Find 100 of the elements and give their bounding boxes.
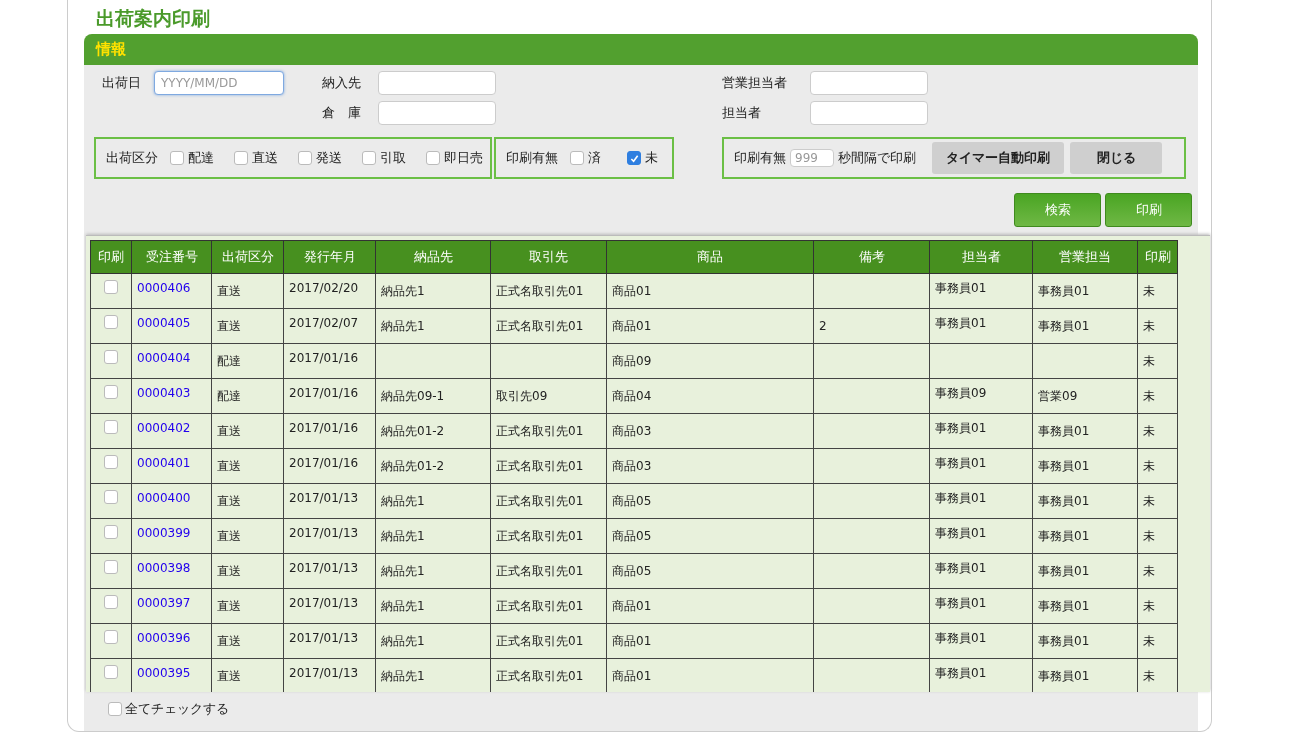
input-field[interactable] xyxy=(810,71,928,95)
table-cell: 事務員01 xyxy=(1038,669,1090,683)
table-cell: 2017/01/13 xyxy=(289,491,359,505)
table-cell: 納品先1 xyxy=(381,319,425,333)
checkbox[interactable] xyxy=(362,151,376,165)
table-cell: 未 xyxy=(1143,634,1155,648)
group-label: 印刷有無 xyxy=(506,149,558,167)
timer-print-button[interactable]: タイマー自動印刷 xyxy=(932,142,1064,174)
checkbox[interactable] xyxy=(104,665,118,679)
checkbox[interactable] xyxy=(234,151,248,165)
table-cell: 直送 xyxy=(217,459,241,473)
checkbox[interactable] xyxy=(108,702,122,716)
checkbox[interactable] xyxy=(104,315,118,329)
table-cell: 配達 xyxy=(217,354,241,368)
table-cell: 事務員01 xyxy=(935,561,987,575)
table-cell: 事務員01 xyxy=(1038,599,1090,613)
column-header: 取引先 xyxy=(490,240,607,274)
table-cell: 事務員01 xyxy=(1038,424,1090,438)
checkbox[interactable] xyxy=(104,595,118,609)
option-label: 済 xyxy=(588,149,601,167)
table-cell: 正式名取引先01 xyxy=(496,599,584,613)
table-cell: 2017/01/16 xyxy=(289,456,359,470)
table-cell: 直送 xyxy=(217,564,241,578)
input-field[interactable] xyxy=(810,101,928,125)
table-cell: 直送 xyxy=(217,529,241,543)
interval-field[interactable]: 999 xyxy=(790,149,834,167)
table-cell: 事務員01 xyxy=(935,491,987,505)
table-cell: 納品先01-2 xyxy=(381,424,445,438)
table-cell: 商品01 xyxy=(612,319,652,333)
table-cell: 事務員01 xyxy=(935,456,987,470)
checkbox[interactable] xyxy=(104,525,118,539)
panel-header: 情報 xyxy=(84,34,1198,65)
table-cell: 直送 xyxy=(217,669,241,683)
table-cell: 未 xyxy=(1143,389,1155,403)
checkbox[interactable] xyxy=(104,280,118,294)
table-cell: 配達 xyxy=(217,389,241,403)
checkbox[interactable] xyxy=(170,151,184,165)
table-cell: 未 xyxy=(1143,529,1155,543)
option-label: 即日売 xyxy=(444,149,483,167)
table-cell: 正式名取引先01 xyxy=(496,529,584,543)
table-cell: 正式名取引先01 xyxy=(496,319,584,333)
checkbox[interactable] xyxy=(570,151,584,165)
column-header: 納品先 xyxy=(375,240,491,274)
table-cell: 納品先1 xyxy=(381,669,425,683)
table-cell: 未 xyxy=(1143,564,1155,578)
table-cell: 商品01 xyxy=(612,634,652,648)
table-cell: 商品04 xyxy=(612,389,652,403)
table-cell: 未 xyxy=(1143,319,1155,333)
checkbox[interactable] xyxy=(426,151,440,165)
table-cell: 正式名取引先01 xyxy=(496,669,584,683)
table-cell: 2017/02/07 xyxy=(289,316,359,330)
checkbox[interactable] xyxy=(627,151,641,165)
column-header: 営業担当 xyxy=(1032,240,1138,274)
table-cell: 直送 xyxy=(217,634,241,648)
option-label: 直送 xyxy=(252,149,278,167)
table-cell: 商品01 xyxy=(612,284,652,298)
checkbox[interactable] xyxy=(104,420,118,434)
table-cell: 2017/02/20 xyxy=(289,281,359,295)
column-header: 出荷区分 xyxy=(211,240,284,274)
table-cell: 事務員01 xyxy=(935,666,987,680)
table-cell: 直送 xyxy=(217,599,241,613)
column-header: 受注番号 xyxy=(131,240,212,274)
table-cell: 事務員01 xyxy=(935,526,987,540)
input-field[interactable] xyxy=(378,101,496,125)
table-cell: 2017/01/13 xyxy=(289,631,359,645)
checkbox[interactable] xyxy=(104,385,118,399)
table-cell: 商品01 xyxy=(612,669,652,683)
table-cell: 2017/01/13 xyxy=(289,561,359,575)
checkbox[interactable] xyxy=(104,490,118,504)
field-label: 倉 庫 xyxy=(322,104,362,122)
table-cell: 取引先09 xyxy=(496,389,548,403)
checkbox[interactable] xyxy=(104,455,118,469)
page-title: 出荷案内印刷 xyxy=(95,6,211,31)
table-cell: 商品03 xyxy=(612,424,652,438)
checkbox[interactable] xyxy=(104,630,118,644)
table-cell: 正式名取引先01 xyxy=(496,284,584,298)
table-cell: 直送 xyxy=(217,284,241,298)
option-label: 発送 xyxy=(316,149,342,167)
table-cell: 未 xyxy=(1143,599,1155,613)
close-button[interactable]: 閉じる xyxy=(1070,142,1162,174)
table-cell: 直送 xyxy=(217,319,241,333)
group-label: 出荷区分 xyxy=(106,149,158,167)
table-cell: 納品先1 xyxy=(381,634,425,648)
column-header: 印刷 xyxy=(1137,240,1178,274)
checkbox[interactable] xyxy=(104,560,118,574)
column-header: 担当者 xyxy=(929,240,1033,274)
table-cell: 2017/01/13 xyxy=(289,666,359,680)
table-cell: 事務員01 xyxy=(1038,284,1090,298)
checkbox[interactable] xyxy=(298,151,312,165)
table-cell: 事務員01 xyxy=(1038,319,1090,333)
option-label: 引取 xyxy=(380,149,406,167)
table-cell: 未 xyxy=(1143,284,1155,298)
table-cell: 営業09 xyxy=(1038,389,1078,403)
input-field[interactable] xyxy=(378,71,496,95)
checkbox[interactable] xyxy=(104,350,118,364)
table-cell: 2 xyxy=(819,319,827,333)
table-cell: 未 xyxy=(1143,494,1155,508)
column-header: 発行年月 xyxy=(283,240,376,274)
input-field[interactable]: YYYY/MM/DD xyxy=(154,71,284,95)
table-cell: 正式名取引先01 xyxy=(496,494,584,508)
